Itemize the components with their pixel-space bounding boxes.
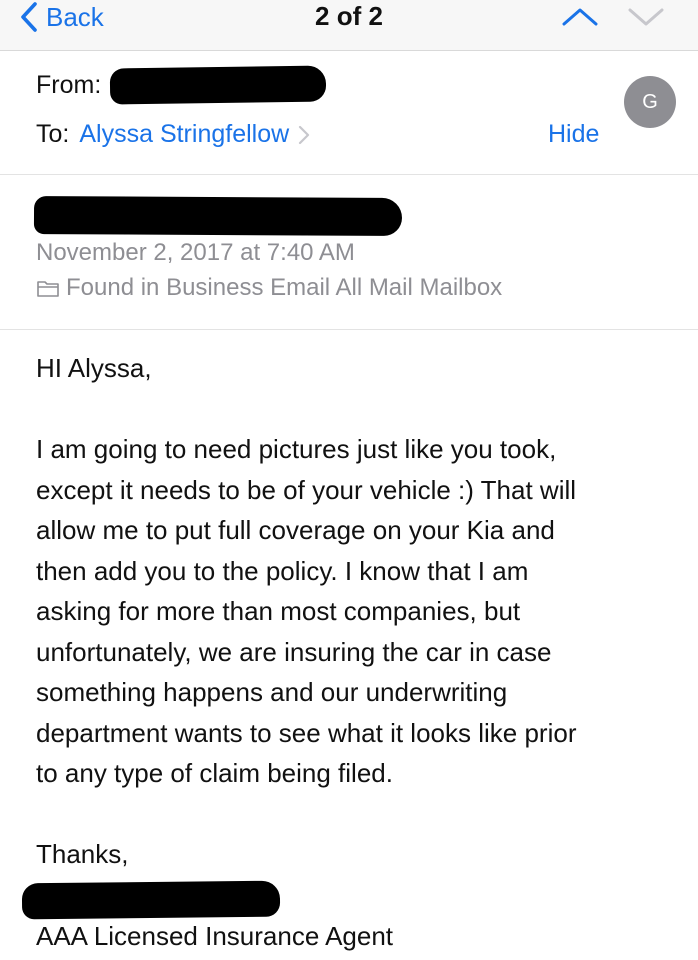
- paragraph-line: to any type of claim being filed.: [36, 758, 393, 788]
- redacted-subject: [33, 196, 403, 236]
- navigation-bar: Back 2 of 2: [0, 0, 698, 51]
- greeting: HI Alyssa,: [36, 353, 152, 383]
- paragraph-line: something happens and our underwriting: [36, 677, 508, 707]
- message-header: From: G To: Alyssa Stringfellow Hide: [0, 51, 698, 175]
- paragraph-line: allow me to put full coverage on your Ki…: [36, 515, 555, 545]
- paragraph-line: except it needs to be of your vehicle :)…: [36, 474, 577, 505]
- recipient-row: To: Alyssa Stringfellow: [36, 120, 311, 149]
- hide-button[interactable]: Hide: [548, 120, 599, 149]
- chevron-right-icon: [299, 125, 310, 144]
- chevron-down-icon[interactable]: [624, 2, 668, 32]
- message-meta: November 2, 2017 at 7:40 AM Found in Bus…: [0, 175, 698, 330]
- paragraph-line: then add you to the policy. I know that …: [36, 555, 529, 586]
- folder-icon: [37, 281, 59, 297]
- paragraph-line: department wants to see what it looks li…: [36, 717, 577, 748]
- redacted-signature: [21, 880, 281, 920]
- redacted-sender: [109, 65, 327, 105]
- chevron-up-icon[interactable]: [558, 2, 602, 32]
- sender-avatar[interactable]: G: [624, 76, 676, 128]
- message-paragraph: I am going to need pictures just like yo…: [36, 429, 666, 794]
- paragraph-line: asking for more than most companies, but: [36, 596, 521, 626]
- from-label: From:: [36, 71, 102, 99]
- recipient-name[interactable]: Alyssa Stringfellow: [79, 120, 289, 149]
- mailbox-location[interactable]: Found in Business Email All Mail Mailbox: [36, 274, 502, 302]
- to-label: To:: [36, 120, 70, 148]
- signature-title: AAA Licensed Insurance Agent: [36, 921, 394, 951]
- mailbox-label: Found in Business Email All Mail Mailbox: [66, 274, 503, 301]
- paragraph-line: unfortunately, we are insuring the car i…: [36, 636, 552, 667]
- closing: Thanks,: [36, 839, 129, 869]
- message-date: November 2, 2017 at 7:40 AM: [36, 239, 355, 266]
- paragraph-line: I am going to need pictures just like yo…: [36, 434, 557, 464]
